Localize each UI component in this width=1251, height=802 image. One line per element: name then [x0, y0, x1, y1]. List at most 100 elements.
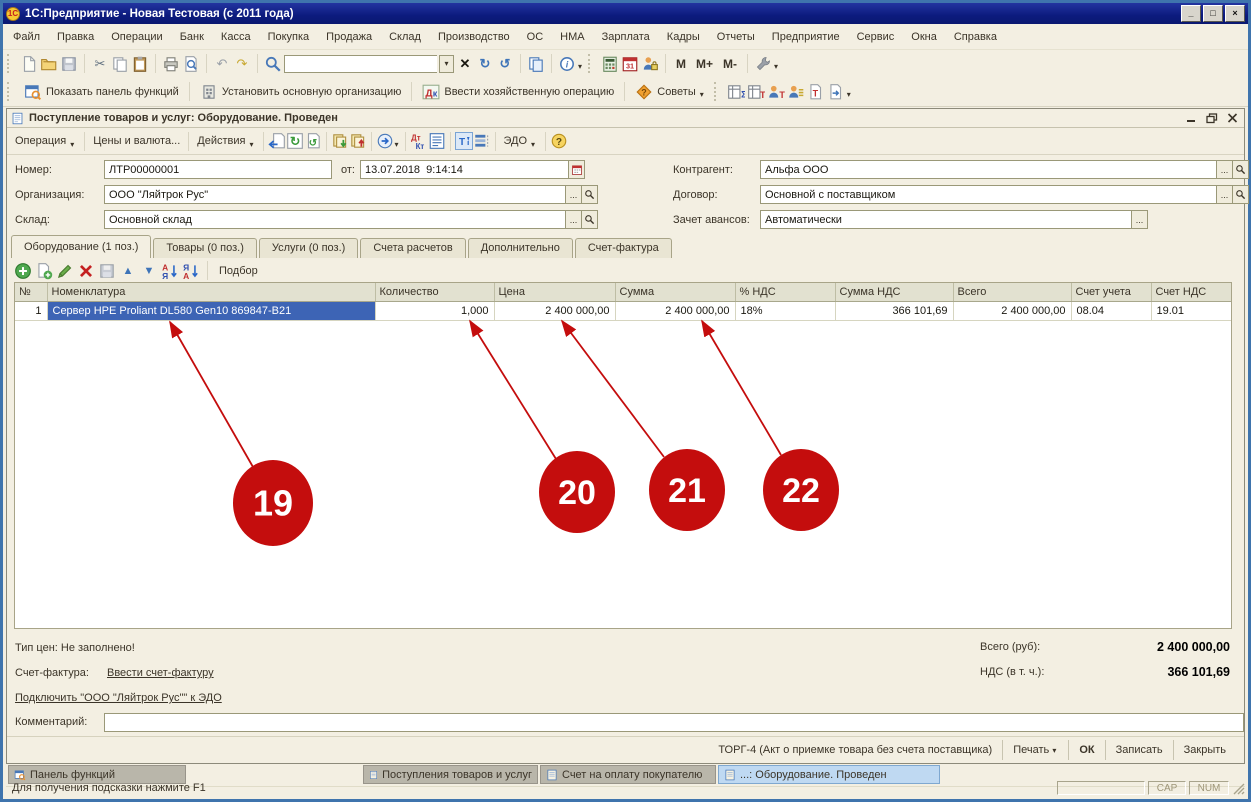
- column-account[interactable]: Счет учета: [1071, 283, 1151, 302]
- document-settings-icon[interactable]: Т: [807, 83, 825, 101]
- menu-item-os[interactable]: ОС: [527, 31, 544, 43]
- print-icon[interactable]: [162, 55, 180, 73]
- totals-table-icon[interactable]: Σ: [727, 83, 745, 101]
- duplicate-window-icon[interactable]: [527, 55, 545, 73]
- column-nomenclature[interactable]: Номенклатура: [47, 283, 375, 302]
- comment-field[interactable]: [104, 713, 1244, 732]
- tab-services[interactable]: Услуги (0 поз.): [259, 238, 358, 258]
- torg4-button[interactable]: ТОРГ-4 (Акт о приемке товара без счета п…: [708, 740, 1002, 760]
- tab-settlement-accounts[interactable]: Счета расчетов: [360, 238, 465, 258]
- edo-menu-button[interactable]: ЭДО▾: [500, 130, 542, 152]
- wrench-dropdown-caret[interactable]: ▾: [774, 62, 778, 71]
- move-up-icon[interactable]: ▲: [119, 262, 137, 280]
- copy-icon[interactable]: [111, 55, 129, 73]
- contract-open-button[interactable]: [1232, 185, 1249, 204]
- info-icon[interactable]: i: [558, 55, 576, 73]
- cut-icon[interactable]: ✂: [91, 55, 109, 73]
- selection-button[interactable]: Подбор: [215, 265, 262, 277]
- reread-icon[interactable]: [268, 132, 286, 150]
- find-previous-icon[interactable]: ↺: [496, 55, 514, 73]
- memory-add-button[interactable]: M+: [692, 57, 717, 71]
- menu-item-windows[interactable]: Окна: [911, 31, 937, 43]
- info-dropdown-caret[interactable]: ▾: [578, 62, 582, 71]
- end-edit-icon[interactable]: [98, 262, 116, 280]
- delete-row-icon[interactable]: [77, 262, 95, 280]
- advance-offset-field[interactable]: [760, 210, 1132, 229]
- contract-field[interactable]: [760, 185, 1217, 204]
- number-field[interactable]: [104, 160, 332, 179]
- ok-button[interactable]: ОК: [1068, 740, 1104, 760]
- organization-open-button[interactable]: [581, 185, 598, 204]
- copy-row-icon[interactable]: [35, 262, 53, 280]
- advance-offset-select-button[interactable]: ...: [1131, 210, 1148, 229]
- menu-item-production[interactable]: Производство: [438, 31, 510, 43]
- tab-goods[interactable]: Товары (0 поз.): [153, 238, 256, 258]
- column-sum[interactable]: Сумма: [615, 283, 735, 302]
- close-button[interactable]: ×: [1225, 5, 1245, 22]
- toolbar-grip[interactable]: [588, 54, 595, 73]
- toolbar-dropdown-caret[interactable]: ▾: [847, 90, 851, 99]
- minimize-button[interactable]: _: [1181, 5, 1201, 22]
- column-vat-account[interactable]: Счет НДС: [1151, 283, 1232, 302]
- go-to-icon[interactable]: [376, 132, 394, 150]
- column-number[interactable]: №: [15, 283, 47, 302]
- date-field[interactable]: [360, 160, 569, 179]
- help-icon[interactable]: ?: [550, 132, 568, 150]
- doc-minimize-button[interactable]: [1186, 113, 1197, 123]
- warehouse-field[interactable]: [104, 210, 566, 229]
- show-function-panel-button[interactable]: Показать панель функций: [20, 81, 183, 103]
- column-total[interactable]: Всего: [953, 283, 1071, 302]
- sort-ascending-icon[interactable]: АЯ: [161, 262, 179, 280]
- user-settings-icon[interactable]: Т: [767, 83, 785, 101]
- tab-invoice[interactable]: Счет-фактура: [575, 238, 672, 258]
- save-icon[interactable]: [60, 55, 78, 73]
- sort-descending-icon[interactable]: ЯА: [182, 262, 200, 280]
- cell-sum[interactable]: 2 400 000,00: [615, 302, 735, 321]
- menu-item-purchase[interactable]: Покупка: [268, 31, 310, 43]
- paste-icon[interactable]: [131, 55, 149, 73]
- cell-nomenclature[interactable]: Сервер HPE Proliant DL580 Gen10 869847-B…: [47, 302, 375, 321]
- close-document-button[interactable]: Закрыть: [1173, 740, 1236, 760]
- tab-equipment[interactable]: Оборудование (1 поз.): [11, 235, 151, 258]
- go-to-caret[interactable]: ▾: [394, 140, 398, 149]
- maximize-button[interactable]: □: [1203, 5, 1223, 22]
- unpost-document-icon[interactable]: [349, 132, 367, 150]
- undo-icon[interactable]: ↶: [213, 55, 231, 73]
- menu-item-nma[interactable]: НМА: [560, 31, 584, 43]
- copy-document-icon[interactable]: ↺: [304, 132, 322, 150]
- doc-restore-button[interactable]: [1206, 113, 1218, 124]
- doc-close-button[interactable]: [1227, 113, 1238, 123]
- contractor-open-button[interactable]: [1232, 160, 1249, 179]
- enter-invoice-link[interactable]: Ввести счет-фактуру: [107, 667, 214, 679]
- connect-edo-link[interactable]: Подключить "ООО "Ляйтрок Рус"" к ЭДО: [15, 692, 222, 704]
- menu-item-edit[interactable]: Правка: [57, 31, 94, 43]
- contract-select-button[interactable]: ...: [1216, 185, 1233, 204]
- cell-vat-account[interactable]: 19.01: [1151, 302, 1232, 321]
- open-document-icon[interactable]: [40, 55, 58, 73]
- organization-field[interactable]: [104, 185, 566, 204]
- tips-button[interactable]: ? Советы ▾: [631, 81, 710, 103]
- settings-wrench-icon[interactable]: [754, 55, 772, 73]
- document-list-icon[interactable]: [428, 132, 446, 150]
- contractor-field[interactable]: [760, 160, 1217, 179]
- contractor-select-button[interactable]: ...: [1216, 160, 1233, 179]
- menu-item-help[interactable]: Справка: [954, 31, 997, 43]
- cell-number[interactable]: 1: [15, 302, 47, 321]
- table-settings-icon[interactable]: Т: [747, 83, 765, 101]
- print-preview-icon[interactable]: [182, 55, 200, 73]
- search-icon[interactable]: [264, 55, 282, 73]
- menu-item-file[interactable]: Файл: [13, 31, 40, 43]
- dt-kt-icon[interactable]: ДтКт: [410, 132, 428, 150]
- cell-total[interactable]: 2 400 000,00: [953, 302, 1071, 321]
- toolbar-grip[interactable]: [7, 54, 14, 73]
- write-button[interactable]: Записать: [1105, 740, 1173, 760]
- date-picker-button[interactable]: [568, 160, 585, 179]
- toolbar-grip[interactable]: [7, 82, 14, 101]
- search-dropdown-button[interactable]: ▾: [439, 55, 454, 73]
- column-vat-sum[interactable]: Сумма НДС: [835, 283, 953, 302]
- print-menu-button[interactable]: Печать ▾: [1002, 740, 1068, 760]
- cell-account[interactable]: 08.04: [1071, 302, 1151, 321]
- operation-menu-button[interactable]: Операция▾: [11, 130, 80, 152]
- calendar-icon[interactable]: 31: [621, 55, 639, 73]
- memory-recall-button[interactable]: M: [672, 57, 690, 71]
